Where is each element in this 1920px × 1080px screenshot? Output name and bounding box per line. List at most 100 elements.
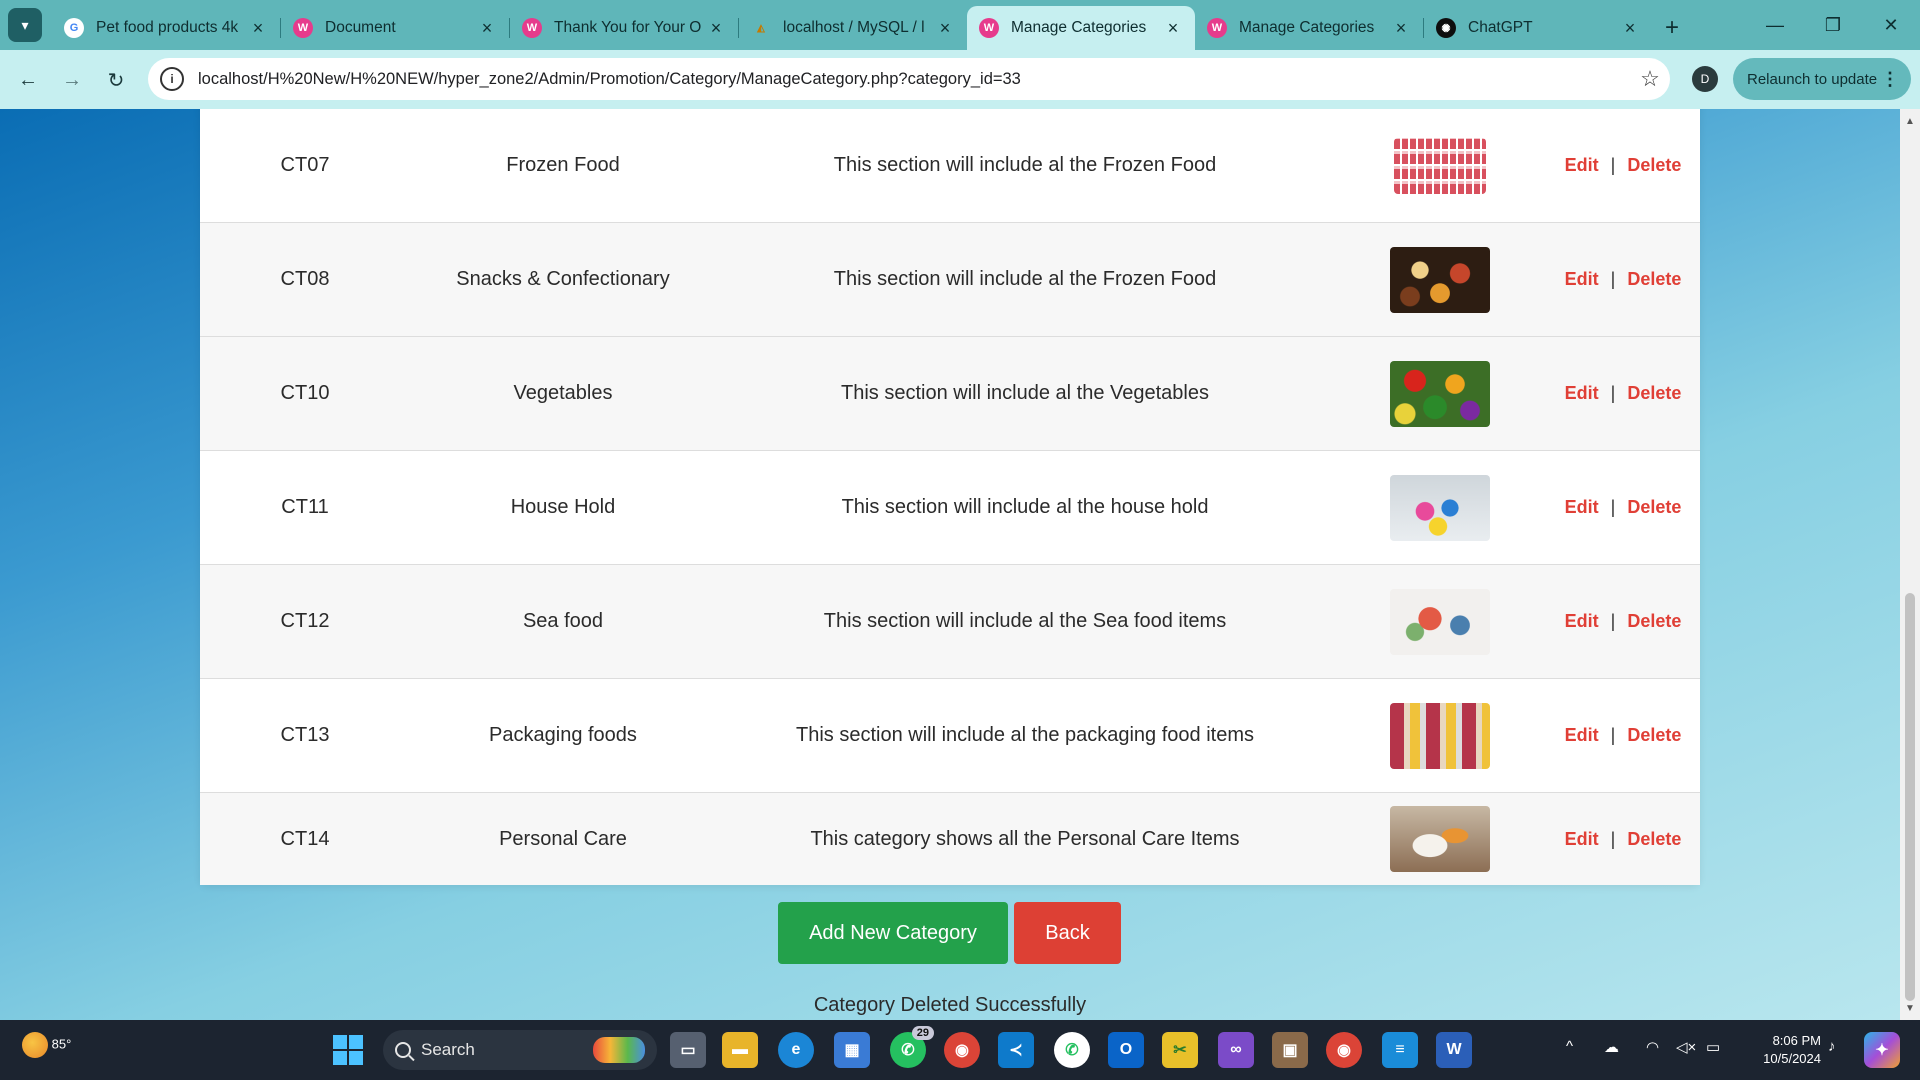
onedrive-icon[interactable]: ☁	[1604, 1038, 1619, 1056]
tab-title: ChatGPT	[1468, 19, 1533, 36]
browser-tab-strip: ▾ G Pet food products 4k × W Document × …	[0, 0, 1920, 50]
delete-link[interactable]: Delete	[1627, 829, 1681, 850]
address-bar[interactable]: i localhost/H%20New/H%20NEW/hyper_zone2/…	[148, 58, 1670, 100]
file-explorer-icon[interactable]: ▬	[722, 1032, 758, 1068]
site-icon: W	[1207, 18, 1227, 38]
back-button[interactable]: Back	[1014, 902, 1121, 964]
category-name: Vegetables	[513, 382, 613, 404]
category-name: Sea food	[522, 610, 604, 632]
table-row: CT07 Frozen Food This section will inclu…	[200, 109, 1700, 223]
close-icon[interactable]: ×	[1620, 18, 1640, 39]
page-scrollbar[interactable]: ▲ ▼	[1900, 109, 1920, 1020]
snipping-tool-icon[interactable]: ✂	[1162, 1032, 1198, 1068]
table-row: CT10 Vegetables This section will includ…	[200, 337, 1700, 451]
chrome-icon[interactable]: ◉	[944, 1032, 980, 1068]
clock-date: 10/5/2024	[1763, 1051, 1821, 1066]
scrollbar-thumb[interactable]	[1905, 593, 1915, 1001]
browser-tab-active[interactable]: W Manage Categories ×	[967, 6, 1195, 50]
word-icon[interactable]: W	[1436, 1032, 1472, 1068]
more-menu-icon[interactable]: ⋮	[1881, 69, 1899, 90]
delete-link[interactable]: Delete	[1627, 269, 1681, 290]
browser-tab[interactable]: ◭ localhost / MySQL / l ×	[739, 6, 967, 50]
notification-bell-icon[interactable]: ♪	[1828, 1038, 1836, 1055]
search-highlight-icon	[593, 1037, 645, 1063]
close-icon[interactable]: ×	[477, 18, 497, 39]
outlook-icon[interactable]: O	[1108, 1032, 1144, 1068]
tray-overflow-icon[interactable]: ^	[1566, 1038, 1573, 1055]
category-image-cell	[1334, 806, 1546, 872]
delete-link[interactable]: Delete	[1627, 383, 1681, 404]
edit-link[interactable]: Edit	[1565, 383, 1599, 404]
edge-icon[interactable]: e	[778, 1032, 814, 1068]
table-row: CT12 Sea food This section will include …	[200, 565, 1700, 679]
add-new-category-button[interactable]: Add New Category	[778, 902, 1008, 964]
close-icon[interactable]: ×	[1391, 18, 1411, 39]
scroll-up-arrow-icon[interactable]: ▲	[1900, 113, 1920, 129]
chatgpt-icon: ✺	[1436, 18, 1456, 38]
tab-search-button[interactable]: ▾	[8, 8, 42, 42]
back-arrow-icon[interactable]: ←	[12, 64, 44, 96]
task-view-icon[interactable]: ▭	[670, 1032, 706, 1068]
vscode-icon[interactable]: ≺	[998, 1032, 1034, 1068]
close-icon[interactable]: ×	[248, 18, 268, 39]
visual-studio-icon[interactable]: ∞	[1218, 1032, 1254, 1068]
system-clock[interactable]: 8:06 PM 10/5/2024	[1743, 1032, 1821, 1068]
edit-link[interactable]: Edit	[1565, 269, 1599, 290]
category-id: CT12	[280, 610, 330, 632]
delete-link[interactable]: Delete	[1627, 611, 1681, 632]
photo-app-icon[interactable]: ▣	[1272, 1032, 1308, 1068]
whatsapp-icon[interactable]: ✆ 29	[890, 1026, 934, 1068]
window-controls: — ❐ ✕	[1746, 0, 1920, 50]
battery-icon[interactable]: ▭	[1706, 1038, 1720, 1056]
category-name: House Hold	[510, 496, 616, 518]
windows-start-icon[interactable]	[333, 1035, 363, 1065]
browser-tab[interactable]: W Manage Categories ×	[1195, 6, 1423, 50]
category-description: This section will include al the Frozen …	[833, 268, 1217, 290]
profile-avatar[interactable]: D	[1692, 66, 1718, 92]
close-window-icon[interactable]: ✕	[1862, 0, 1920, 50]
minimize-icon[interactable]: —	[1746, 0, 1804, 50]
action-separator: |	[1610, 155, 1616, 175]
weather-widget[interactable]: 85°	[22, 1032, 71, 1058]
edit-link[interactable]: Edit	[1565, 611, 1599, 632]
restore-icon[interactable]: ❐	[1804, 0, 1862, 50]
close-icon[interactable]: ×	[1163, 18, 1183, 39]
chrome-profile-icon[interactable]: ◉	[1326, 1032, 1362, 1068]
taskbar-search[interactable]: Search	[383, 1030, 657, 1070]
close-icon[interactable]: ×	[935, 18, 955, 39]
bookmark-star-icon[interactable]: ☆	[1630, 66, 1670, 92]
category-description: This category shows all the Personal Car…	[810, 827, 1240, 850]
delete-link[interactable]: Delete	[1627, 155, 1681, 176]
browser-tab[interactable]: G Pet food products 4k ×	[52, 6, 280, 50]
category-id: CT07	[280, 154, 330, 176]
row-actions: Edit | Delete	[1546, 383, 1700, 404]
reload-icon[interactable]: ↻	[100, 64, 132, 96]
scroll-down-arrow-icon[interactable]: ▼	[1900, 1000, 1920, 1016]
site-info-icon[interactable]: i	[160, 67, 184, 91]
whatsapp-desktop-icon[interactable]: ✆	[1054, 1032, 1090, 1068]
delete-link[interactable]: Delete	[1627, 725, 1681, 746]
edit-link[interactable]: Edit	[1565, 829, 1599, 850]
edit-link[interactable]: Edit	[1565, 155, 1599, 176]
status-text: Category Deleted Successfully	[813, 994, 1087, 1016]
browser-tab[interactable]: W Thank You for Your O ×	[510, 6, 738, 50]
edit-link[interactable]: Edit	[1565, 725, 1599, 746]
delete-link[interactable]: Delete	[1627, 497, 1681, 518]
edit-link[interactable]: Edit	[1565, 497, 1599, 518]
store-icon[interactable]: ▦	[834, 1032, 870, 1068]
url-text[interactable]: localhost/H%20New/H%20NEW/hyper_zone2/Ad…	[198, 70, 1630, 89]
browser-tab[interactable]: ✺ ChatGPT ×	[1424, 6, 1652, 50]
new-tab-button[interactable]: +	[1652, 6, 1692, 50]
close-icon[interactable]: ×	[706, 18, 726, 39]
browser-tab[interactable]: W Document ×	[281, 6, 509, 50]
wifi-icon[interactable]: ◠	[1646, 1038, 1659, 1056]
forward-arrow-icon[interactable]: →	[56, 64, 88, 96]
relaunch-button[interactable]: Relaunch to update ⋮	[1733, 58, 1911, 100]
category-id: CT08	[280, 268, 330, 290]
category-name: Frozen Food	[506, 154, 620, 176]
volume-icon[interactable]: ◁×	[1676, 1038, 1696, 1056]
copilot-icon[interactable]: ✦	[1864, 1032, 1900, 1068]
category-image-cell	[1334, 360, 1546, 427]
notepad-icon[interactable]: ≡	[1382, 1032, 1418, 1068]
site-icon: W	[293, 18, 313, 38]
